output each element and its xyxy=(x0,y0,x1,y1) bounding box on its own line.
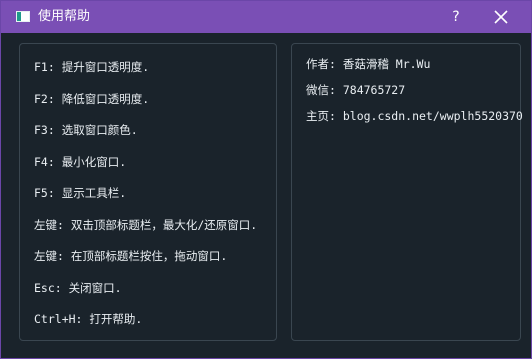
author-text: 作者: 香菇滑稽 Mr.Wu xyxy=(306,57,431,71)
shortcut-f1: F1: 提升窗口透明度. xyxy=(34,60,150,74)
shortcuts-panel: F1: 提升窗口透明度. F2: 降低窗口透明度. F3: 选取窗口颜色. F4… xyxy=(19,43,277,341)
window-title: 使用帮助 xyxy=(38,9,91,24)
shortcut-f5: F5: 显示工具栏. xyxy=(34,186,127,200)
help-window: 使用帮助 ? F1: 提升窗口透明度. F2: 降低窗口透明度. F3: 选取窗… xyxy=(0,0,532,359)
shortcut-double-click: 左键: 双击顶部标题栏，最大化/还原窗口. xyxy=(34,218,258,232)
shortcut-ctrl-h: Ctrl+H: 打开帮助. xyxy=(34,312,143,326)
about-panel: 作者: 香菇滑稽 Mr.Wu 微信: 784765727 主页: blog.cs… xyxy=(291,43,523,341)
homepage-text: 主页: blog.csdn.net/wwplh5520370 xyxy=(306,109,523,123)
shortcut-f4: F4: 最小化窗口. xyxy=(34,155,127,169)
window-icon xyxy=(16,11,30,22)
help-button[interactable]: ? xyxy=(446,7,466,27)
shortcut-f3: F3: 选取窗口颜色. xyxy=(34,123,138,137)
title-bar[interactable]: 使用帮助 ? xyxy=(1,1,531,33)
close-icon xyxy=(494,10,508,24)
shortcut-esc: Esc: 关闭窗口. xyxy=(34,281,122,295)
close-button[interactable] xyxy=(491,7,511,27)
shortcut-drag: 左键: 在顶部标题栏按住，拖动窗口. xyxy=(34,249,228,263)
shortcut-f2: F2: 降低窗口透明度. xyxy=(34,92,150,106)
wechat-text: 微信: 784765727 xyxy=(306,83,406,97)
